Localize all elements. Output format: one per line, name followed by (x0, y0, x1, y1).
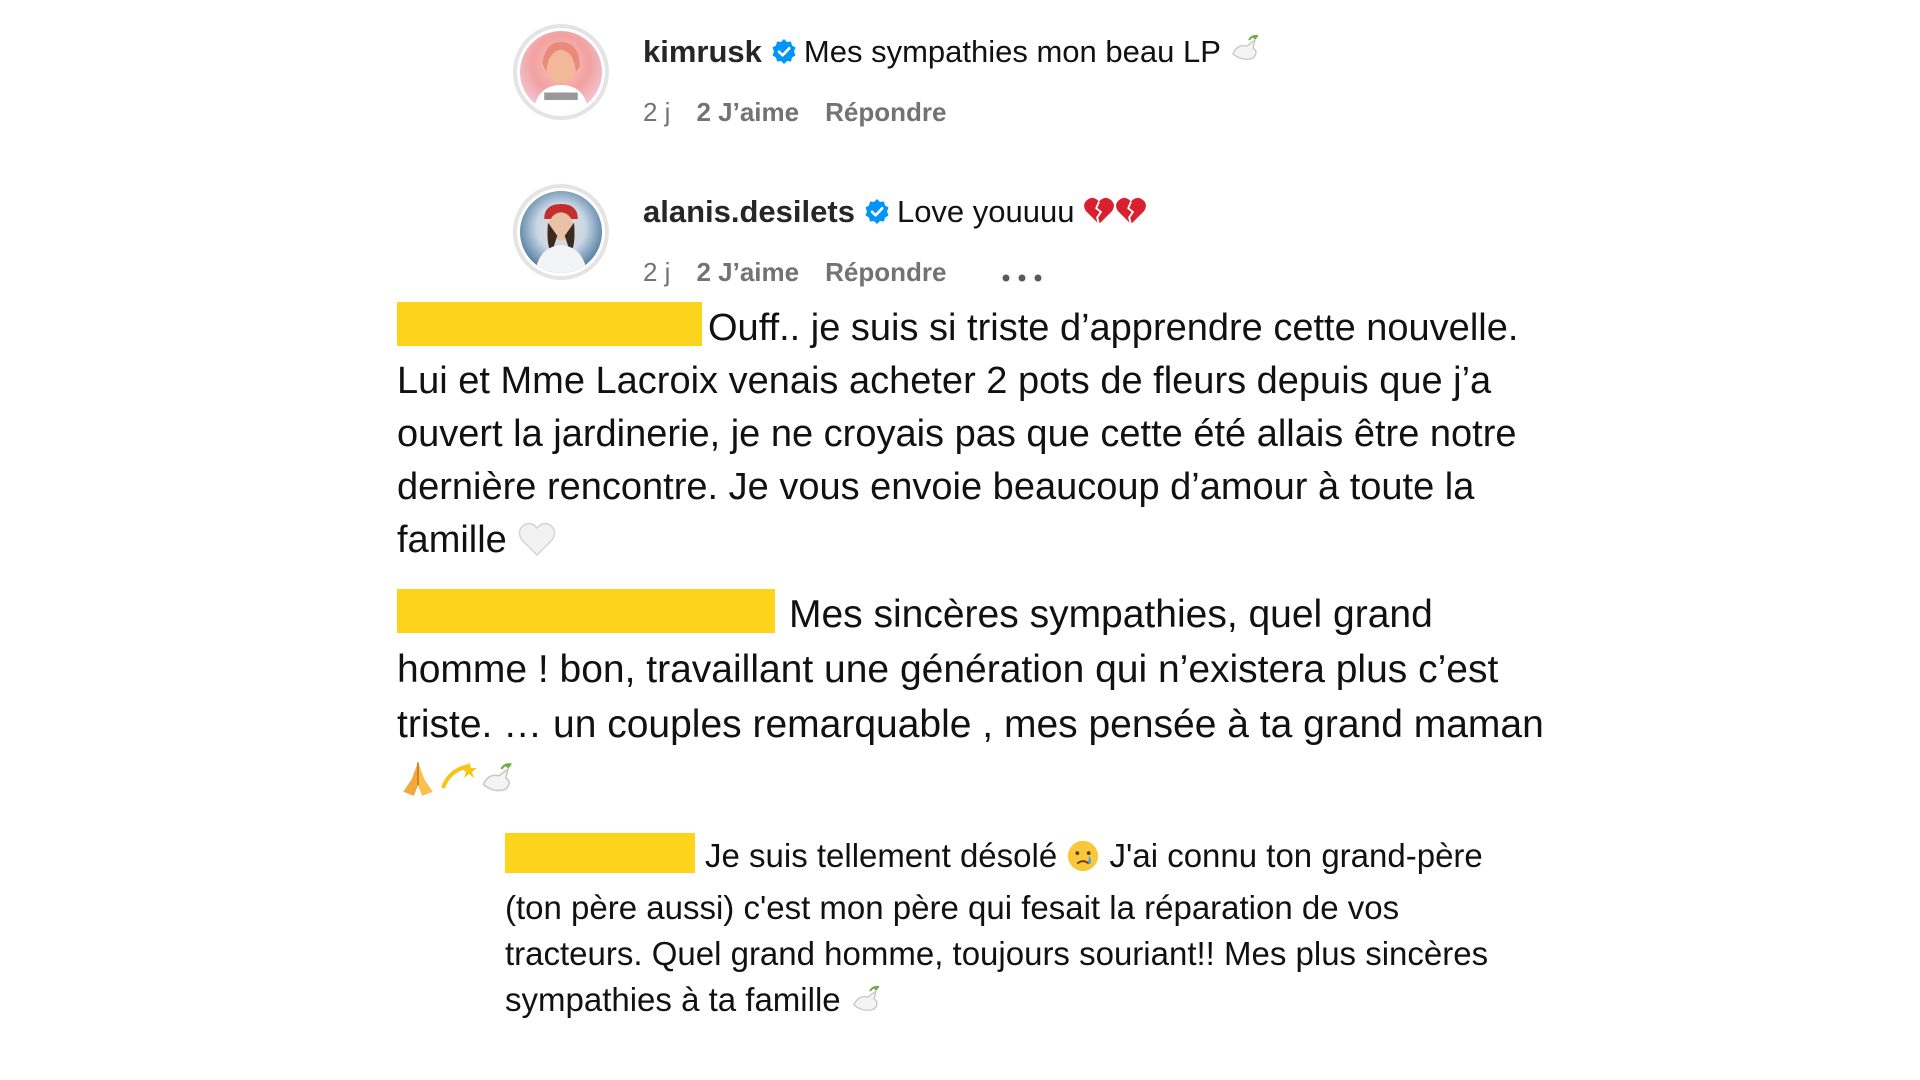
comment-kimrusk: kimrusk Mes sympathies mon beau LP 2 j 2 J… (513, 22, 1413, 142)
comment-header: alanis.desilets Love youuuu (643, 192, 1147, 236)
avatar-image (517, 28, 605, 116)
comment-meta: 2 j 2 J’aime Répondre (643, 96, 972, 128)
comment-time: 2 j (643, 97, 671, 127)
dizzy-star-icon (439, 758, 479, 813)
reply-button[interactable]: Répondre (825, 97, 946, 127)
username[interactable]: alanis.desilets (643, 194, 855, 229)
comment-time: 2 j (643, 257, 671, 287)
reply-button[interactable]: Répondre (825, 257, 946, 287)
redacted-username (397, 302, 702, 346)
comment-alanis-desilets: alanis.desilets Love youuuu 2 j 2 J’aime Ré… (513, 182, 1413, 302)
comment-header: kimrusk Mes sympathies mon beau LP (643, 32, 1263, 76)
white-heart-icon (517, 520, 557, 573)
plain-comment-grand-homme: Mes sincères sympathies, quel grand homm… (397, 587, 1567, 813)
likes-count-link[interactable]: 2 J’aime (696, 257, 799, 287)
verified-badge-icon (770, 36, 798, 64)
comment-body-start: Je suis tellement désolé (705, 837, 1058, 874)
dove-icon (1229, 32, 1263, 76)
folded-hands-icon (397, 756, 439, 813)
dove-icon (850, 983, 884, 1029)
verified-badge-icon (863, 196, 891, 224)
avatar-kimrusk[interactable] (513, 24, 609, 120)
likes-count-link[interactable]: 2 J’aime (696, 97, 799, 127)
comment-text: Love youuuu (896, 194, 1075, 229)
plain-comment-tracteurs: Je suis tellement désolé J'ai connu ton … (505, 833, 1495, 1029)
avatar-alanis-desilets[interactable] (513, 184, 609, 280)
redacted-username (505, 833, 695, 873)
broken-heart-icon (1115, 196, 1147, 236)
dove-icon (479, 758, 517, 813)
comment-text: Mes sympathies mon beau LP (803, 34, 1221, 69)
username[interactable]: kimrusk (643, 34, 762, 69)
avatar-image (517, 188, 605, 276)
more-options-icon[interactable] (1000, 258, 1044, 290)
broken-heart-icon (1083, 196, 1115, 236)
plain-comment-jardinerie: Ouff.. je suis si triste d’apprendre cet… (397, 302, 1537, 573)
redacted-username (397, 589, 775, 633)
comment-meta: 2 j 2 J’aime Répondre (643, 256, 1070, 290)
crying-face-icon (1066, 839, 1100, 885)
